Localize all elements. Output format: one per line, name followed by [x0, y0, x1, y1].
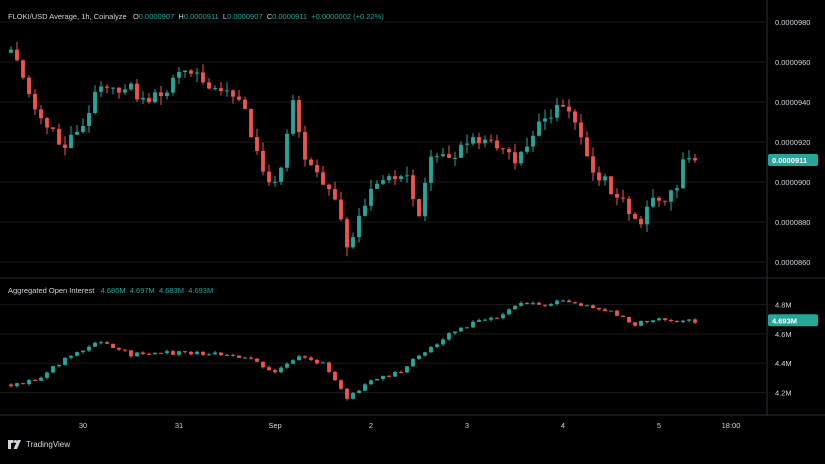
price-legend-title: FLOKI/USD Average, 1h, Coinalyze	[8, 12, 127, 21]
price-candle	[417, 198, 421, 217]
oi-legend-title: Aggregated Open Interest	[8, 286, 95, 295]
low-value: 0.0000907	[227, 12, 263, 21]
oi-candle	[339, 379, 343, 390]
price-y-tick-label: 0.0000940	[775, 98, 810, 107]
price-candle	[21, 59, 25, 80]
price-candle	[291, 94, 295, 137]
price-candle	[297, 95, 301, 138]
price-y-tick-label: 0.0000900	[775, 178, 810, 187]
price-last-value-badge: 0.0000911	[768, 154, 818, 166]
oi-candle	[405, 366, 409, 374]
oi-candle	[609, 310, 613, 312]
price-y-tick-label: 0.0000880	[775, 218, 810, 227]
price-legend: FLOKI/USD Average, 1h, Coinalyze O0.0000…	[8, 12, 384, 21]
price-y-tick-label: 0.0000960	[775, 58, 810, 67]
price-candle	[171, 74, 175, 96]
x-tick-label: 31	[175, 421, 183, 430]
oi-candle	[333, 370, 337, 382]
price-y-tick-label: 0.0000920	[775, 138, 810, 147]
x-tick-label: 18:00	[722, 421, 741, 430]
price-candle	[285, 129, 289, 172]
oi-candle	[615, 309, 619, 317]
x-tick-label: 2	[369, 421, 373, 430]
oi-y-tick-label: 4.8M	[775, 301, 792, 310]
oi-candle	[327, 361, 331, 374]
price-candle	[249, 108, 253, 138]
oi-y-tick-label: 4.6M	[775, 330, 792, 339]
oi-value-3: 4.683M	[158, 286, 185, 295]
oi-candle	[63, 357, 67, 366]
brand-name: TradingView	[26, 440, 71, 449]
oi-legend: Aggregated Open Interest 4.686M 4.697M 4…	[8, 286, 213, 295]
oi-y-tick-label: 4.4M	[775, 359, 792, 368]
oi-candle	[459, 327, 463, 332]
oi-y-tick-label: 4.2M	[775, 388, 792, 397]
oi-value-4: 4.693M	[188, 286, 214, 295]
oi-candle	[447, 332, 451, 341]
chart-area[interactable]: 0.0000980 0.0000960 0.0000940 0.0000920 0.00…	[0, 0, 825, 459]
x-tick-label: 4	[561, 421, 565, 430]
oi-value-1: 4.686M	[100, 286, 126, 295]
chart-svg[interactable]: 0.0000980 0.0000960 0.0000940 0.0000920 0.00…	[0, 0, 825, 459]
price-candle	[27, 75, 31, 98]
close-value: 0.0000911	[272, 12, 308, 21]
oi-candle	[639, 320, 643, 327]
high-value: 0.0000911	[183, 12, 219, 21]
oi-candle	[237, 355, 241, 358]
oi-candle	[345, 387, 349, 401]
tradingview-brand[interactable]: TradingView	[8, 440, 70, 449]
oi-last-value-label: 4.693M	[772, 316, 797, 325]
x-tick-label: 5	[657, 421, 661, 430]
x-tick-label: 30	[79, 421, 87, 430]
oi-candle	[51, 365, 55, 374]
price-y-tick-label: 0.0000860	[775, 258, 810, 267]
price-last-value-label: 0.0000911	[772, 156, 807, 165]
oi-last-value-badge: 4.693M	[768, 314, 818, 327]
x-tick-label: Sep	[268, 421, 281, 430]
oi-candle	[627, 316, 631, 323]
oi-candle	[159, 352, 163, 354]
x-tick-label: 3	[465, 421, 469, 430]
oi-candle	[135, 351, 139, 357]
price-candle	[423, 177, 427, 221]
oi-candle	[111, 343, 115, 348]
tradingview-logo-icon	[8, 440, 21, 449]
open-value: 0.0000907	[138, 12, 175, 21]
price-candle	[609, 176, 613, 196]
oi-candle	[351, 392, 355, 400]
price-y-tick-label: 0.0000980	[775, 18, 810, 27]
change-value: +0.0000002 (+0.22%)	[311, 12, 384, 21]
oi-candle	[411, 357, 415, 367]
oi-value-2: 4.697M	[129, 286, 155, 295]
